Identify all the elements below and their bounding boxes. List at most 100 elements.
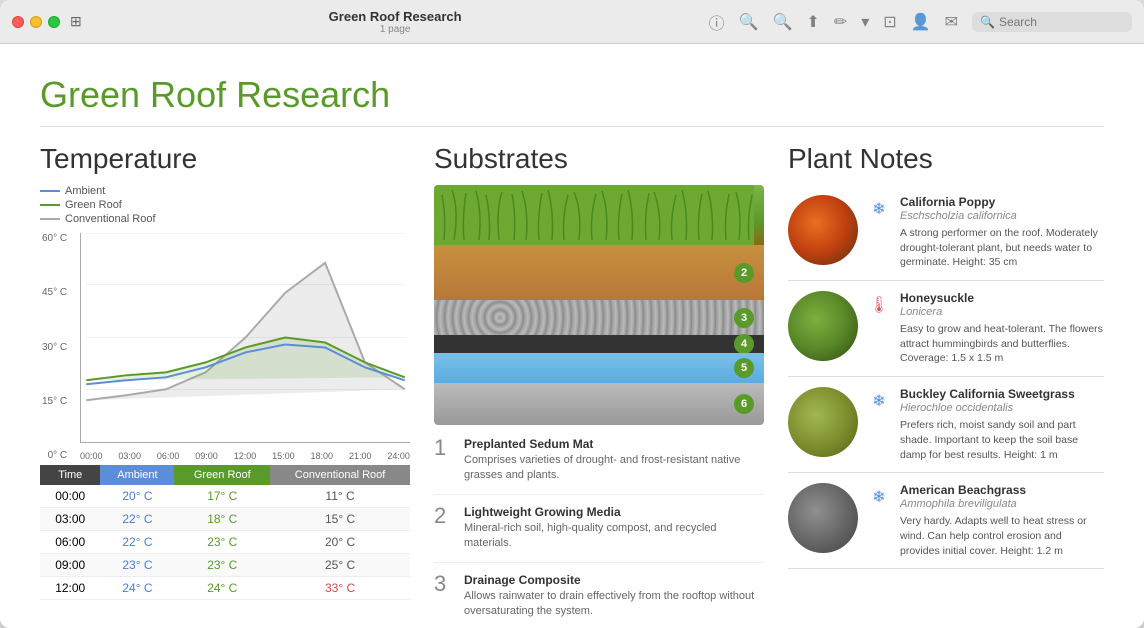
temperature-chart [81,233,410,442]
page-title: Green Roof Research [40,74,1104,127]
legend-conv: Conventional Roof [40,213,410,225]
x-label-0300: 03:00 [118,451,141,461]
layer-grass: 1 [434,185,764,245]
x-label-1500: 15:00 [272,451,295,461]
plant-photo [788,387,858,457]
y-label-0: 0° C [42,450,67,461]
titlebar-center: Green Roof Research 1 page [82,9,709,35]
cell-time: 00:00 [40,485,100,508]
substrates-visual: 1 [434,185,764,425]
plant-scientific: Eschscholzia californica [900,210,1104,222]
plant-item: ❄ American Beachgrass Ammophila brevilig… [788,473,1104,569]
legend-greenroof: Green Roof [40,199,410,211]
sidebar-toggle-icon[interactable]: ⊞ [70,13,82,30]
titlebar: ⊞ Green Roof Research 1 page ⓘ 🔍 🔍 ⬆ ✏ ▾… [0,0,1144,44]
plant-icon-col: ❄ [868,387,890,411]
pen-icon[interactable]: ✏ [834,12,847,32]
search-input[interactable] [999,15,1119,29]
substrate-item-1: 1 Preplanted Sedum Mat Comprises varieti… [434,437,764,495]
plant-list: ❄ California Poppy Eschscholzia californ… [788,185,1104,569]
layer-num-5: 5 [734,358,754,378]
plant-info: American Beachgrass Ammophila breviligul… [900,483,1104,558]
table-row: 09:00 23° C 23° C 25° C [40,554,410,577]
substrates-title: Substrates [434,143,764,175]
layer-gravel: 3 [434,300,764,335]
search-icon: 🔍 [980,15,995,29]
substrate-title-2: Lightweight Growing Media [464,505,764,519]
substrate-desc-1: Comprises varieties of drought- and fros… [464,453,764,484]
substrate-num-2: 2 [434,505,454,527]
snowflake-icon: ❄ [872,487,885,507]
grass-svg [434,185,754,245]
minimize-button[interactable] [30,16,42,28]
thermometer-icon: 🌡 [869,295,889,315]
close-button[interactable] [12,16,24,28]
legend-label-conv: Conventional Roof [65,213,156,225]
temperature-section: Temperature Ambient Green Roof Conventio… [40,143,410,628]
plant-desc: Prefers rich, moist sandy soil and part … [900,418,1104,462]
info-icon[interactable]: ⓘ [709,10,725,34]
markup-icon[interactable]: ✉ [945,12,958,32]
add-page-icon[interactable]: ⊡ [883,12,896,32]
substrate-title-3: Drainage Composite [464,573,764,587]
plant-scientific: Lonicera [900,306,1104,318]
substrate-list: 1 Preplanted Sedum Mat Comprises varieti… [434,437,764,628]
three-column-layout: Temperature Ambient Green Roof Conventio… [40,143,1104,628]
cell-ambient: 22° C [100,508,174,531]
col-header-conv: Conventional Roof [270,465,410,485]
col-header-time: Time [40,465,100,485]
y-label-60: 60° C [42,233,67,244]
cell-time: 06:00 [40,531,100,554]
layer-num-2: 2 [734,263,754,283]
toolbar-tools: ⓘ 🔍 🔍 ⬆ ✏ ▾ ⊡ 👤 ✉ 🔍 [709,10,1132,34]
table-row: 03:00 22° C 18° C 15° C [40,508,410,531]
legend-line-conv [40,218,60,220]
window-subtitle: 1 page [380,24,411,35]
substrate-item-3: 3 Drainage Composite Allows rainwater to… [434,573,764,628]
cell-conv: 20° C [270,531,410,554]
legend-label-greenroof: Green Roof [65,199,122,211]
plant-desc: A strong performer on the roof. Moderate… [900,226,1104,270]
substrate-num-1: 1 [434,437,454,459]
layer-num-4: 4 [734,334,754,354]
plant-info: California Poppy Eschscholzia californic… [900,195,1104,270]
cell-ambient: 23° C [100,554,174,577]
plant-desc: Very hardy. Adapts well to heat stress o… [900,514,1104,558]
cell-greenroof: 18° C [174,508,270,531]
plant-photo [788,483,858,553]
cell-time: 09:00 [40,554,100,577]
col-header-ambient: Ambient [100,465,174,485]
table-row: 06:00 22° C 23° C 20° C [40,531,410,554]
zoom-in-icon[interactable]: 🔍 [773,12,793,32]
plant-info: Buckley California Sweetgrass Hierochloe… [900,387,1104,462]
substrate-item-2: 2 Lightweight Growing Media Mineral-rich… [434,505,764,563]
legend-ambient: Ambient [40,185,410,197]
pen-chevron-icon[interactable]: ▾ [861,12,869,32]
user-icon[interactable]: 👤 [911,12,931,32]
layer-num-6: 6 [734,394,754,414]
zoom-out-icon[interactable]: 🔍 [739,12,759,32]
substrates-section: Substrates 1 [434,143,764,628]
plant-info: Honeysuckle Lonicera Easy to grow and he… [900,291,1104,366]
x-axis-labels: 00:00 03:00 06:00 09:00 12:00 15:00 18:0… [80,449,410,461]
plant-name: Honeysuckle [900,291,1104,305]
share-icon[interactable]: ⬆ [806,12,819,32]
plant-item: 🌡 Honeysuckle Lonicera Easy to grow and … [788,281,1104,377]
y-axis-labels: 60° C 45° C 30° C 15° C 0° C [42,233,67,461]
plant-item: ❄ California Poppy Eschscholzia californ… [788,185,1104,281]
app-window: ⊞ Green Roof Research 1 page ⓘ 🔍 🔍 ⬆ ✏ ▾… [0,0,1144,628]
cell-conv: 33° C [270,577,410,600]
cell-greenroof: 23° C [174,554,270,577]
main-content: Green Roof Research Temperature Ambient … [0,44,1144,628]
col-header-greenroof: Green Roof [174,465,270,485]
legend-line-greenroof [40,204,60,206]
y-label-15: 15° C [42,396,67,407]
plant-name: California Poppy [900,195,1104,209]
maximize-button[interactable] [48,16,60,28]
search-bar[interactable]: 🔍 [972,12,1132,32]
cell-conv: 15° C [270,508,410,531]
plant-item: ❄ Buckley California Sweetgrass Hierochl… [788,377,1104,473]
legend-label-ambient: Ambient [65,185,105,197]
layer-concrete: 6 [434,383,764,425]
x-label-0600: 06:00 [157,451,180,461]
